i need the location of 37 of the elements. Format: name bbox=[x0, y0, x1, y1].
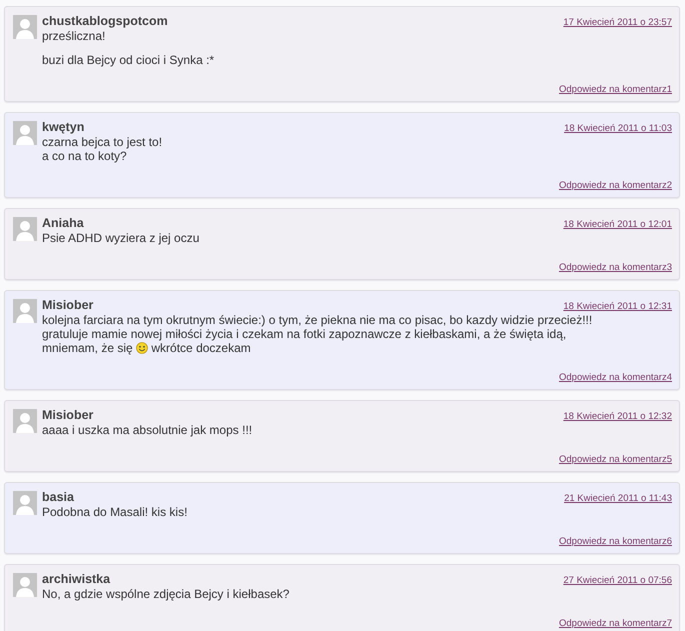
author-name: basia bbox=[42, 490, 74, 504]
author-name: Misiober bbox=[42, 408, 94, 422]
smiley-icon bbox=[136, 342, 148, 354]
avatar-icon bbox=[13, 15, 37, 39]
reply-link[interactable]: Odpowiedz na komentarz2 bbox=[558, 180, 672, 191]
date-link[interactable]: 18 Kwiecień 2011 o 11:03 bbox=[564, 123, 672, 134]
date-link[interactable]: 21 Kwiecień 2011 o 11:43 bbox=[564, 493, 672, 504]
comment-text: prześliczna! bbox=[42, 29, 106, 43]
date-link[interactable]: 18 Kwiecień 2011 o 12:01 bbox=[563, 219, 672, 230]
author-name: kwętyn bbox=[42, 120, 84, 134]
comment-text: Podobna do Masali! kis kis! bbox=[42, 505, 188, 519]
comment-text: kolejna farciara na tym okrutnym świecie:) o tym, że piekna nie ma co pisac, bo kazdy widzie przecież!!! gratuluje mamie nowej miłości życia i czekam na fotki zapoznawcze z kiełbaskami, a że święta idą, mniemam, że się wkrótce doczekam bbox=[42, 313, 594, 355]
comment-text: No, a gdzie wspólne zdjęcia Bejcy i kiełbasek? bbox=[42, 587, 290, 601]
avatar-icon bbox=[13, 299, 37, 323]
reply-link[interactable]: Odpowiedz na komentarz7 bbox=[558, 618, 672, 629]
author-name: archiwistka bbox=[42, 572, 110, 586]
comment-text: aaaa i uszka ma absolutnie jak mops !!! bbox=[42, 423, 254, 437]
avatar-icon bbox=[13, 573, 37, 597]
avatar-icon bbox=[13, 491, 37, 515]
author-name: Misiober bbox=[42, 298, 94, 312]
comment-text: buzi dla Bejcy od cioci i Synka :* bbox=[42, 53, 216, 67]
reply-link[interactable]: Odpowiedz na komentarz1 bbox=[558, 84, 672, 95]
date-link[interactable]: 27 Kwiecień 2011 o 07:56 bbox=[563, 575, 672, 586]
avatar-icon bbox=[13, 217, 37, 241]
avatar-icon bbox=[13, 121, 37, 145]
reply-link[interactable]: Odpowiedz na komentarz3 bbox=[558, 262, 672, 273]
date-link[interactable]: 18 Kwiecień 2011 o 12:32 bbox=[563, 411, 672, 422]
author-name: Aniaha bbox=[42, 216, 84, 230]
author-name: chustkablogspotcom bbox=[42, 14, 168, 28]
date-link[interactable]: 17 Kwiecień 2011 o 23:57 bbox=[563, 17, 672, 28]
date-link[interactable]: 18 Kwiecień 2011 o 12:31 bbox=[563, 301, 672, 312]
comment-text: Psie ADHD wyziera z jej oczu bbox=[42, 231, 200, 245]
comment-text: czarna bejca to jest to! a co na to koty? bbox=[42, 135, 164, 163]
reply-link[interactable]: Odpowiedz na komentarz5 bbox=[558, 454, 672, 465]
avatar-icon bbox=[13, 409, 37, 433]
reply-link[interactable]: Odpowiedz na komentarz6 bbox=[558, 536, 672, 547]
reply-link[interactable]: Odpowiedz na komentarz4 bbox=[558, 372, 672, 383]
